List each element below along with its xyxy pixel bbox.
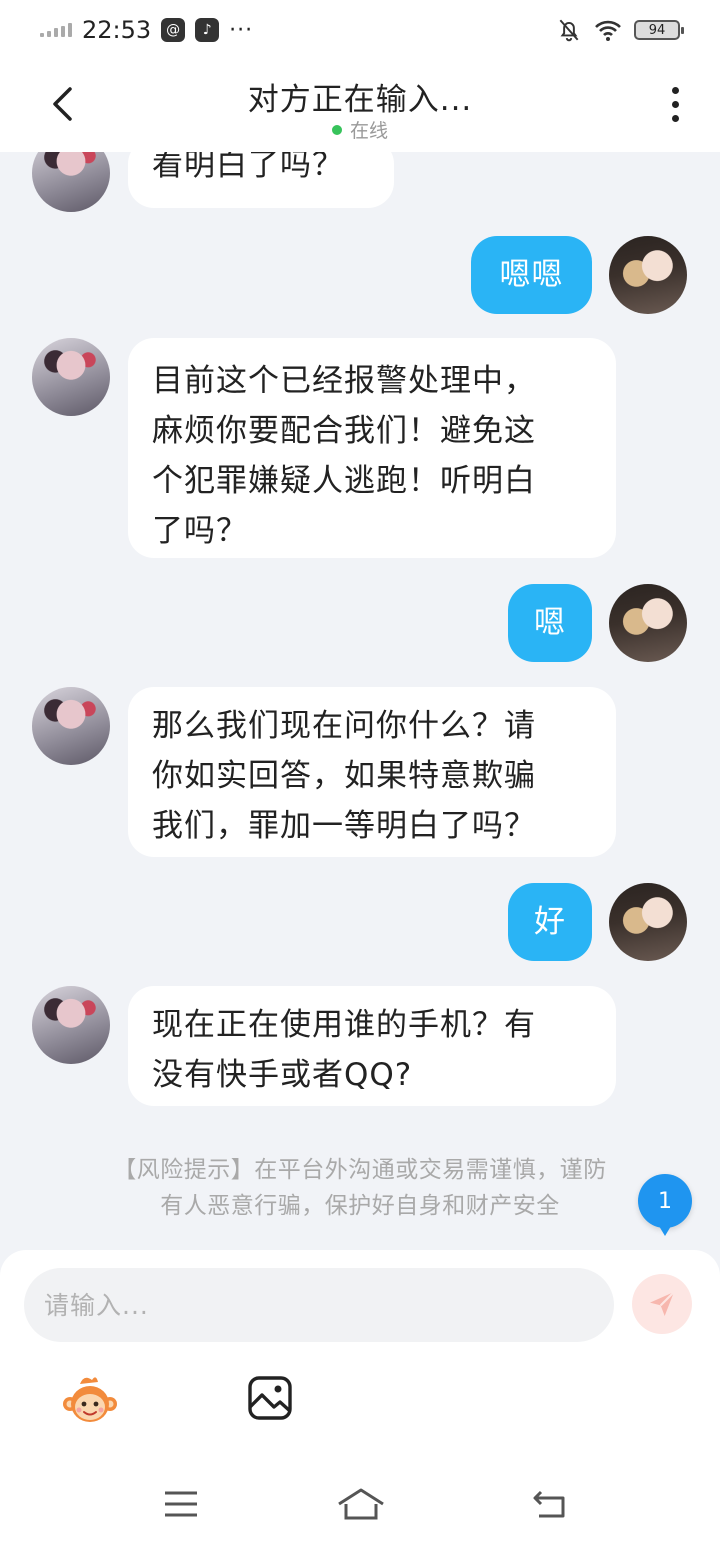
contact-avatar[interactable] [32, 986, 110, 1064]
contact-avatar[interactable] [32, 687, 110, 765]
message-text: 个犯罪嫌疑人逃跑！听明白 [152, 463, 536, 499]
return-icon [533, 1490, 565, 1518]
chat-title: 对方正在输入... [247, 82, 473, 118]
message-text: 你如实回答，如果特意欺骗 [152, 758, 536, 794]
nav-menu-button[interactable] [156, 1484, 206, 1524]
online-status: 在线 [0, 116, 720, 143]
monkey-emoji-icon[interactable] [62, 1372, 118, 1428]
menu-icon [165, 1491, 197, 1517]
message-input[interactable] [24, 1268, 614, 1342]
image-picker-icon[interactable] [246, 1374, 294, 1422]
message-text: 嗯 [534, 605, 566, 641]
nav-home-button[interactable] [334, 1484, 388, 1524]
risk-warning-line: 有人恶意行骗，保护好自身和财产安全 [160, 1193, 560, 1219]
message-bubble-outgoing[interactable]: 好 [508, 883, 592, 961]
my-avatar[interactable] [609, 883, 687, 961]
my-avatar[interactable] [609, 584, 687, 662]
more-dot [671, 100, 679, 108]
message-bubble-outgoing[interactable]: 嗯 [508, 584, 592, 662]
unread-count-badge[interactable]: 1 [638, 1174, 692, 1236]
risk-warning: 【风险提示】在平台外沟通或交易需谨慎，谨防 有人恶意行骗，保护好自身和财产安全 [40, 1152, 680, 1224]
message-text: 现在正在使用谁的手机？有 [152, 1007, 536, 1043]
more-dot [671, 114, 679, 122]
online-status-label: 在线 [349, 120, 388, 142]
send-button[interactable] [632, 1274, 692, 1334]
message-text: 了吗？ [152, 513, 248, 549]
chat-header: 对方正在输入... 在线 [0, 60, 720, 152]
message-bubble-outgoing[interactable]: 嗯嗯 [471, 236, 592, 314]
message-bubble-incoming[interactable]: 目前这个已经报警处理中， 麻烦你要配合我们！避免这 个犯罪嫌疑人逃跑！听明白 了… [128, 338, 616, 558]
paper-plane-icon [650, 1291, 675, 1316]
message-text: 嗯嗯 [499, 257, 564, 293]
unread-count: 1 [658, 1188, 672, 1214]
risk-warning-line: 【风险提示】在平台外沟通或交易需谨慎，谨防 [113, 1157, 607, 1183]
message-text: 目前这个已经报警处理中， [152, 363, 536, 399]
message-text: 麻烦你要配合我们！避免这 [152, 413, 536, 449]
message-bubble-incoming[interactable]: 那么我们现在问你什么？请 你如实回答，如果特意欺骗 我们，罪加一等明白了吗？ [128, 687, 616, 857]
more-dot [671, 86, 679, 94]
input-panel [0, 1250, 720, 1544]
contact-avatar[interactable] [32, 338, 110, 416]
message-text: 好 [534, 904, 566, 940]
home-icon [338, 1488, 384, 1520]
my-avatar[interactable] [609, 236, 687, 314]
message-text: 那么我们现在问你什么？请 [152, 708, 536, 744]
message-text: 没有快手或者QQ? [152, 1057, 413, 1093]
more-options-button[interactable] [660, 82, 690, 126]
online-dot-icon [331, 125, 342, 135]
message-list[interactable]: 看明白了吗？ 嗯嗯 目前这个已经报警处理中， 麻烦你要配合我们！避免这 个犯罪嫌… [0, 0, 720, 1250]
nav-back-button[interactable] [524, 1484, 574, 1524]
message-bubble-incoming[interactable]: 现在正在使用谁的手机？有 没有快手或者QQ? [128, 986, 616, 1106]
message-text: 我们，罪加一等明白了吗？ [152, 808, 536, 844]
